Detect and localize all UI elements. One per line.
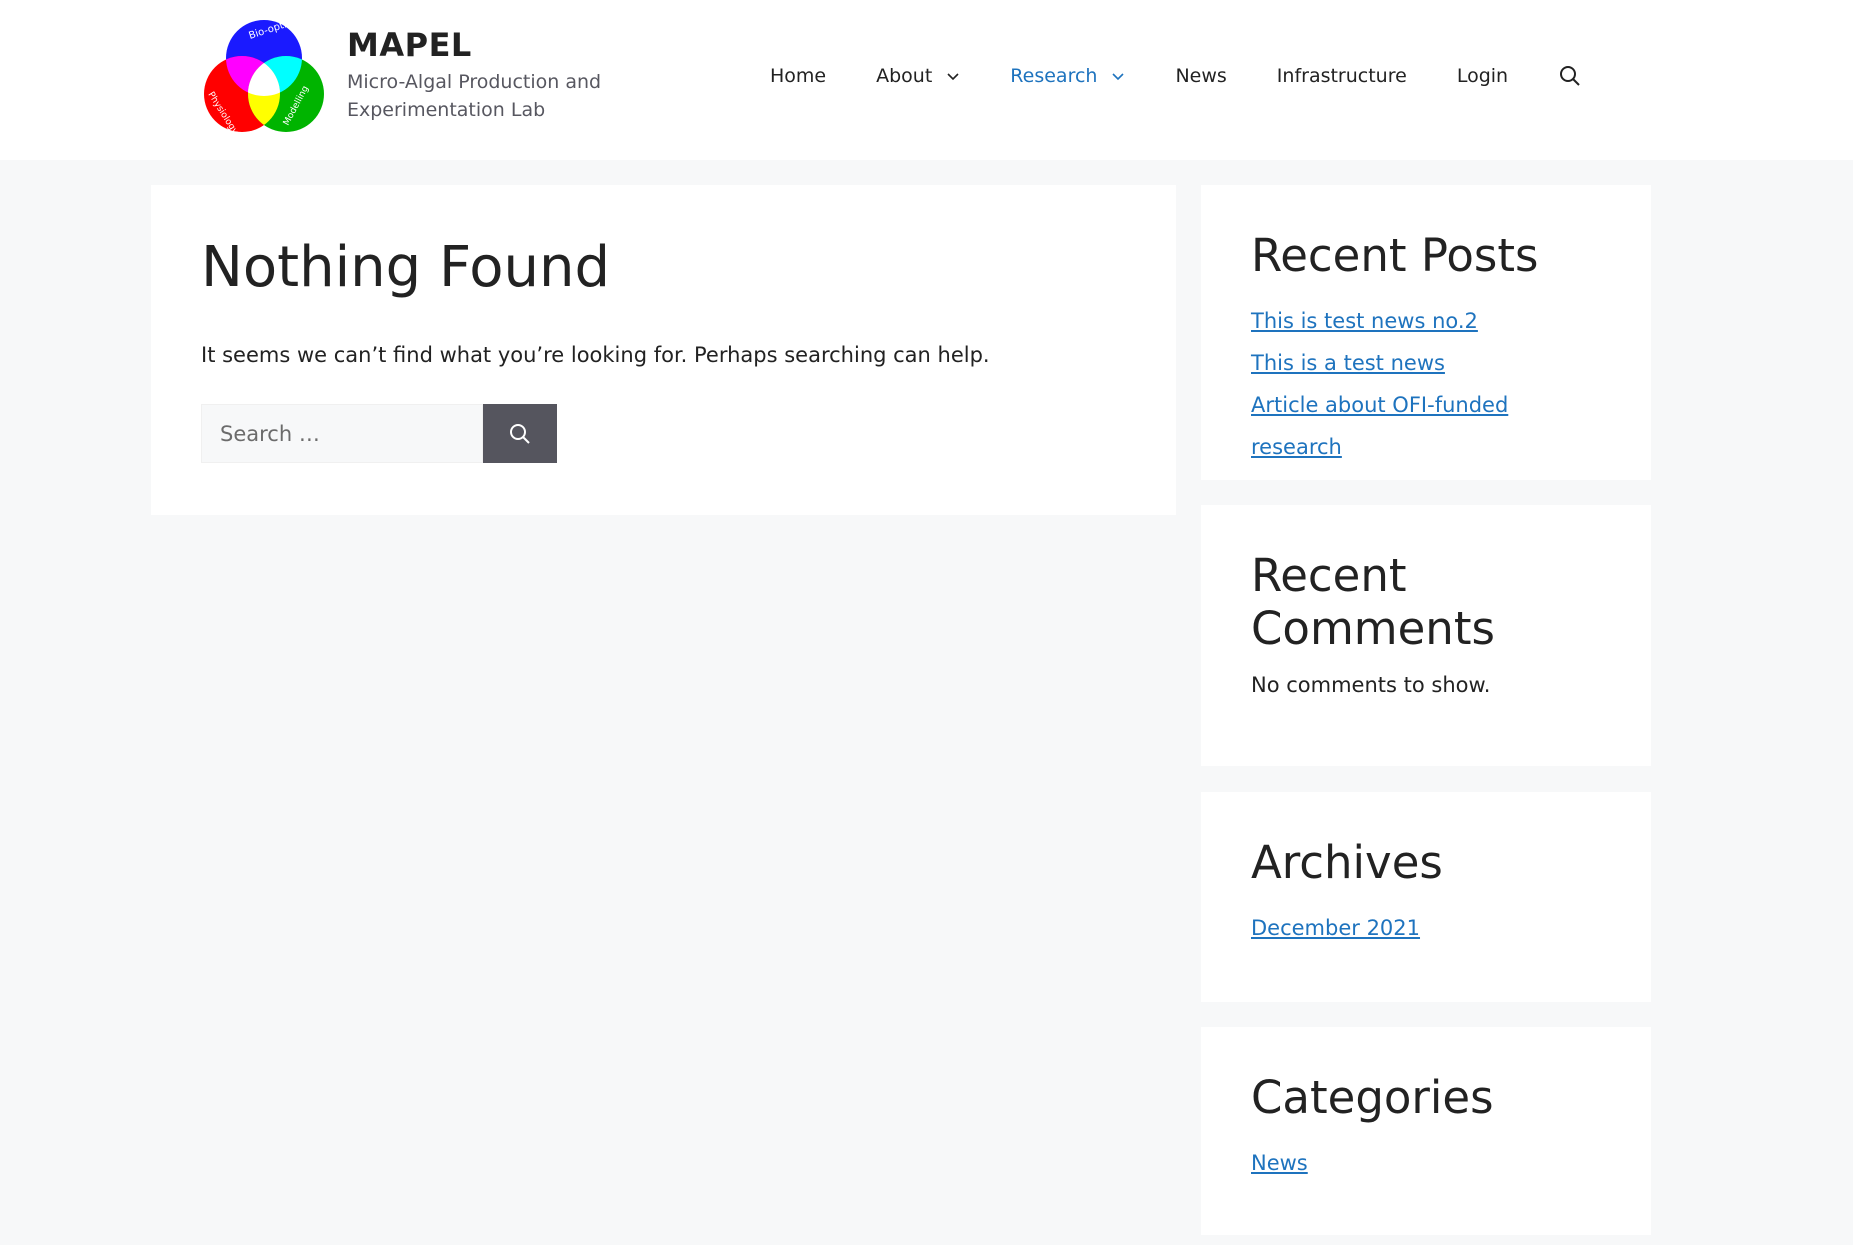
site-title[interactable]: MAPEL — [347, 26, 472, 64]
nav-item-home[interactable]: Home — [770, 65, 826, 87]
recent-post-link[interactable]: Article about OFI-funded research — [1251, 393, 1508, 459]
widget-archives: Archives December 2021 — [1201, 792, 1651, 1002]
widget-title: Recent Posts — [1251, 229, 1539, 282]
list-item: News — [1251, 1142, 1601, 1184]
nav-item-research[interactable]: Research — [1010, 65, 1125, 87]
nav-label-login: Login — [1456, 65, 1509, 87]
widget-title: Archives — [1251, 836, 1443, 889]
recent-posts-list: This is test news no.2 This is a test ne… — [1251, 300, 1601, 468]
site-logo[interactable]: Bio-optics Physiology Modelling — [200, 14, 328, 136]
widget-title: Recent Comments — [1251, 549, 1495, 655]
list-item: This is a test news — [1251, 342, 1601, 384]
category-link[interactable]: News — [1251, 1151, 1308, 1175]
search-icon — [510, 423, 530, 444]
not-found-message: It seems we can’t find what you’re looki… — [201, 343, 990, 367]
nav-item-login[interactable]: Login — [1457, 65, 1508, 87]
widget-recent-comments: Recent Comments No comments to show. — [1201, 505, 1651, 766]
categories-list: News — [1251, 1142, 1601, 1184]
nav-label-home: Home — [770, 65, 827, 87]
list-item: This is test news no.2 — [1251, 300, 1601, 342]
recent-post-link[interactable]: This is a test news — [1251, 351, 1445, 375]
archive-link[interactable]: December 2021 — [1251, 916, 1420, 940]
search-form — [201, 404, 557, 463]
page-title: Nothing Found — [201, 235, 611, 300]
widget-categories: Categories News — [1201, 1027, 1651, 1235]
main-navigation: Home About Research News Infrastructure … — [770, 56, 1582, 96]
nav-label-about: About — [876, 65, 933, 87]
archives-list: December 2021 — [1251, 907, 1601, 949]
widget-title: Categories — [1251, 1071, 1494, 1124]
nav-label-infrastructure: Infrastructure — [1276, 65, 1407, 87]
recent-post-link[interactable]: This is test news no.2 — [1251, 309, 1478, 333]
nav-item-infrastructure[interactable]: Infrastructure — [1277, 65, 1407, 87]
list-item: Article about OFI-funded research — [1251, 384, 1601, 468]
site-tagline: Micro-Algal Production and Experimentati… — [347, 71, 602, 121]
no-comments-text: No comments to show. — [1251, 673, 1491, 697]
nav-label-news: News — [1175, 65, 1227, 87]
search-input[interactable] — [201, 404, 483, 463]
list-item: December 2021 — [1251, 907, 1601, 949]
main-content: Nothing Found It seems we can’t find wha… — [151, 185, 1176, 515]
chevron-down-icon[interactable] — [1111, 69, 1125, 83]
search-button[interactable] — [483, 404, 557, 463]
search-icon[interactable] — [1558, 64, 1582, 88]
site-header: Bio-optics Physiology Modelling MAPEL Mi… — [0, 0, 1853, 160]
nav-item-about[interactable]: About — [876, 65, 960, 87]
nav-label-research: Research — [1010, 65, 1098, 87]
chevron-down-icon[interactable] — [946, 69, 960, 83]
widget-recent-posts: Recent Posts This is test news no.2 This… — [1201, 185, 1651, 480]
nav-item-news[interactable]: News — [1175, 65, 1226, 87]
